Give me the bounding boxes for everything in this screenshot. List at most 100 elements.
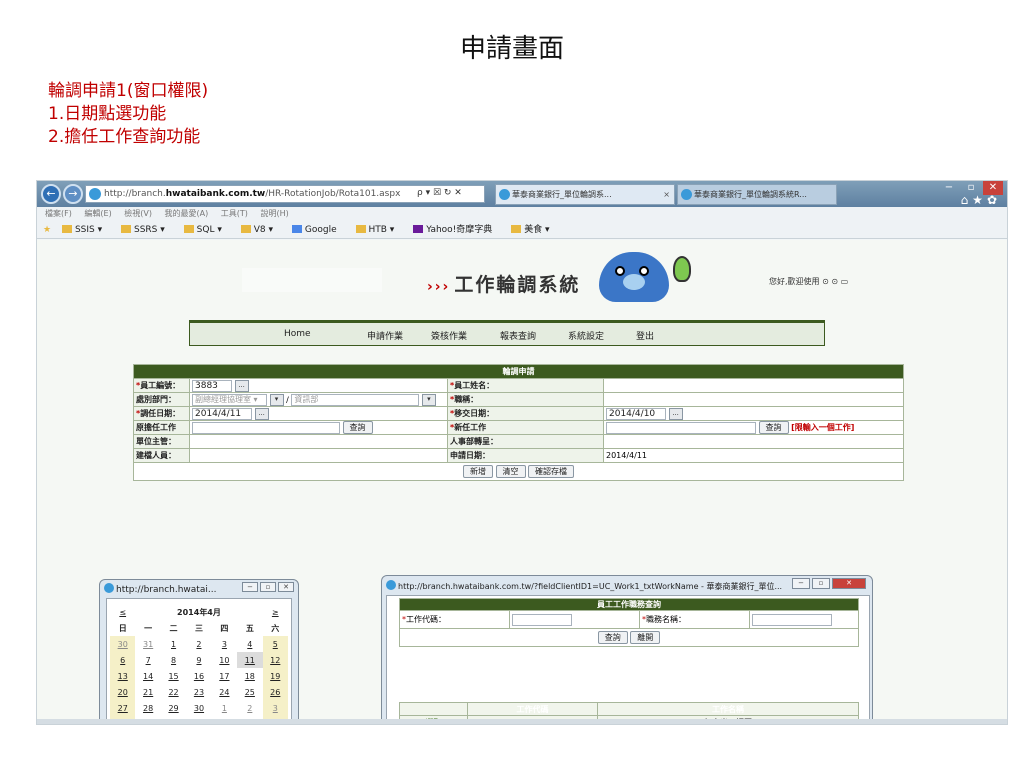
calendar-day[interactable]: 3	[262, 700, 288, 716]
menu-edit[interactable]: 編輯(E)	[84, 209, 111, 218]
dept-dropdown-icon[interactable]: ▾	[269, 393, 284, 406]
calendar-day[interactable]: 17	[212, 668, 237, 684]
maximize-icon[interactable]: ▫	[260, 582, 276, 592]
fav-food[interactable]: 美食 ▾	[511, 225, 557, 235]
emp-no-picker-button[interactable]: ...	[234, 379, 249, 392]
maximize-icon[interactable]: ▫	[812, 578, 830, 589]
nav-reports[interactable]: 報表查詢	[500, 329, 536, 342]
calendar-day[interactable]: 26	[262, 684, 288, 700]
forward-icon[interactable]: →	[63, 184, 83, 204]
fav-htb[interactable]: HTB ▾	[355, 225, 403, 235]
minimize-icon[interactable]: −	[939, 181, 959, 195]
job-code-input[interactable]	[512, 613, 572, 626]
close-icon[interactable]: ✕	[278, 582, 294, 592]
home-star-gear-icons[interactable]: ⌂★✿	[961, 193, 1001, 207]
handover-date-input[interactable]: 2014/4/10	[606, 407, 666, 420]
menu-favorites[interactable]: 我的最愛(A)	[165, 209, 209, 218]
leave-button[interactable]: 離開	[630, 631, 661, 644]
calendar-day[interactable]: 21	[135, 684, 160, 700]
menu-help[interactable]: 說明(H)	[260, 209, 288, 218]
calendar-day[interactable]: 18	[237, 668, 262, 684]
back-icon[interactable]: ←	[41, 184, 61, 204]
calendar-day[interactable]: 11	[237, 652, 263, 668]
calendar-day[interactable]: 25	[237, 684, 262, 700]
calendar-day[interactable]: 12	[262, 652, 288, 668]
prev-month-button[interactable]: ≤	[110, 604, 135, 620]
calendar-day[interactable]: 6	[110, 652, 136, 668]
calendar-day[interactable]: 5	[262, 636, 288, 652]
new-job-input[interactable]	[606, 421, 756, 434]
job-code-cell	[509, 610, 640, 629]
sub-dept-dropdown-icon[interactable]: ▾	[421, 393, 436, 406]
calendar-day[interactable]: 7	[135, 652, 160, 668]
menu-file[interactable]: 檔案(F)	[45, 209, 72, 218]
calendar-day[interactable]: 28	[135, 700, 160, 716]
calendar-day[interactable]: 30	[110, 636, 136, 652]
folder-icon	[355, 225, 366, 233]
job-name-input[interactable]	[752, 613, 832, 626]
query-button[interactable]: 查詢	[597, 631, 628, 644]
nav-approve[interactable]: 簽核作業	[431, 329, 467, 342]
tab-inactive[interactable]: 華泰商業銀行_單位輪調系統R...	[677, 184, 837, 205]
label-supervisor: 單位主管：	[133, 434, 190, 449]
calendar-day[interactable]: 15	[161, 668, 186, 684]
close-tab-icon[interactable]: ×	[663, 185, 670, 204]
calendar-day[interactable]: 3	[212, 636, 237, 652]
confirm-save-button[interactable]: 確認存檔	[528, 465, 575, 478]
add-button[interactable]: 新增	[462, 465, 493, 478]
calendar-day[interactable]: 9	[186, 652, 211, 668]
new-job-query-button[interactable]: 查詢	[758, 421, 789, 434]
fav-sql[interactable]: SQL ▾	[183, 225, 230, 235]
menu-view[interactable]: 檢視(V)	[124, 209, 152, 218]
calendar-day[interactable]: 8	[161, 652, 186, 668]
orig-job-input[interactable]	[192, 421, 340, 434]
close-icon[interactable]: ✕	[832, 578, 866, 589]
calendar-day[interactable]: 16	[186, 668, 211, 684]
calendar-day[interactable]: 1	[161, 636, 186, 652]
calendar-day[interactable]: 10	[212, 652, 237, 668]
tab-active[interactable]: 華泰商業銀行_單位輪調系... ×	[495, 184, 675, 205]
handover-date-picker-button[interactable]: ...	[668, 407, 683, 420]
calendar-day[interactable]: 2	[237, 700, 262, 716]
fav-google[interactable]: Google	[291, 225, 345, 235]
calendar-day[interactable]: 2	[186, 636, 211, 652]
calendar-day[interactable]: 31	[135, 636, 160, 652]
calendar-day[interactable]: 29	[161, 700, 186, 716]
transfer-date-picker-button[interactable]: ...	[254, 407, 269, 420]
calendar-day[interactable]: 14	[135, 668, 160, 684]
transfer-date-input[interactable]: 2014/4/11	[192, 407, 252, 420]
weekday-label: 三	[194, 623, 203, 633]
minimize-icon[interactable]: −	[792, 578, 810, 589]
calendar-day[interactable]: 1	[212, 700, 237, 716]
nav-logout[interactable]: 登出	[636, 329, 654, 342]
calendar-day[interactable]: 30	[186, 700, 211, 716]
calendar-day[interactable]: 27	[110, 700, 136, 716]
calendar-day[interactable]: 4	[237, 636, 262, 652]
calendar-day[interactable]: 23	[186, 684, 211, 700]
fav-v8[interactable]: V8 ▾	[240, 225, 281, 235]
favorites-star-icon[interactable]: ★	[43, 225, 51, 235]
orig-job-query-button[interactable]: 查詢	[342, 421, 373, 434]
orig-job-cell: 查詢	[189, 420, 448, 435]
calendar-day[interactable]: 24	[212, 684, 237, 700]
calendar-day[interactable]: 19	[262, 668, 288, 684]
clear-button[interactable]: 清空	[495, 465, 526, 478]
calendar-day[interactable]: 22	[161, 684, 186, 700]
nav-settings[interactable]: 系統設定	[568, 329, 604, 342]
calendar-day[interactable]: 20	[110, 684, 136, 700]
minimize-icon[interactable]: −	[242, 582, 258, 592]
page-scrollbar[interactable]	[37, 719, 1007, 724]
label-text: 職稱：	[454, 395, 479, 404]
menu-tools[interactable]: 工具(T)	[221, 209, 248, 218]
address-tools[interactable]: ρ ▾ ☒ ↻ ✕	[417, 185, 462, 201]
fav-yahoo[interactable]: Yahoo!奇摩字典	[413, 225, 500, 235]
nav-home[interactable]: Home	[284, 329, 311, 339]
sub-dept-select[interactable]: 資訊部	[291, 393, 420, 406]
emp-no-input[interactable]: 3883	[192, 379, 232, 392]
next-month-button[interactable]: ≥	[263, 604, 288, 620]
dept-select[interactable]: 副總經理協理室 ▾	[192, 393, 267, 406]
fav-ssis[interactable]: SSIS ▾	[61, 225, 110, 235]
fav-ssrs[interactable]: SSRS ▾	[121, 225, 173, 235]
nav-apply[interactable]: 申請作業	[367, 329, 403, 342]
calendar-day[interactable]: 13	[110, 668, 136, 684]
